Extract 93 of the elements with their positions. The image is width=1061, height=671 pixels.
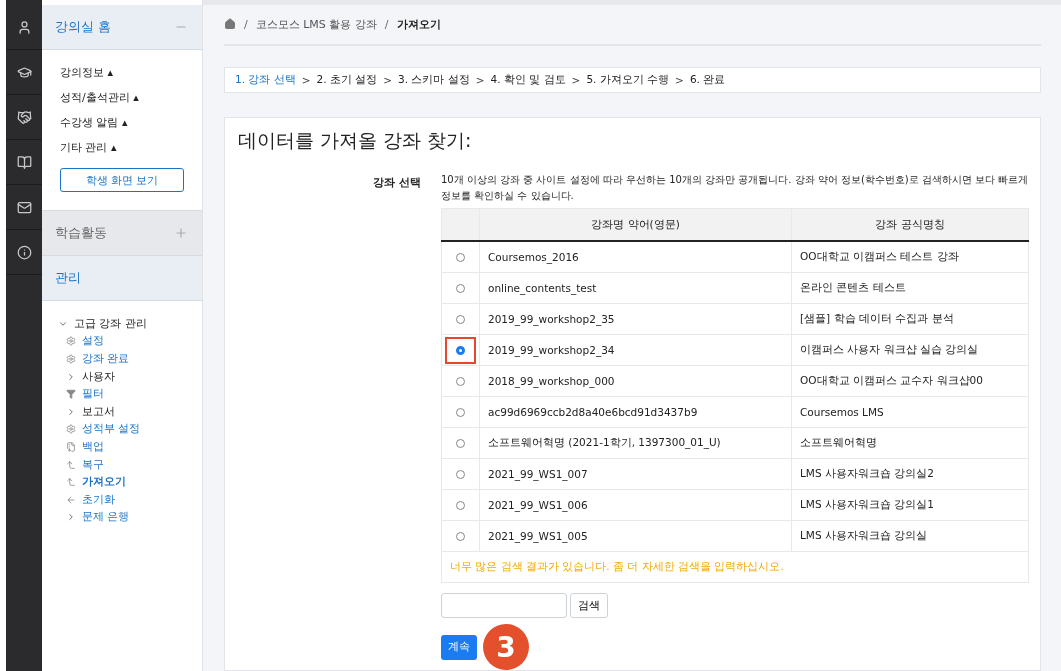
table-header: 강좌명 약어(영문) xyxy=(479,208,792,241)
handshake-icon[interactable] xyxy=(16,109,32,125)
filter-icon xyxy=(66,389,76,400)
step-separator: > xyxy=(571,73,581,86)
table-header: 강좌 공식명칭 xyxy=(791,208,1029,241)
menu-item[interactable]: 기타 관리 ▴ xyxy=(60,135,184,160)
step: 4. 확인 및 검토 xyxy=(490,72,566,87)
table-cell: ac99d6969ccb2d8a40e6bcd91d3437b9 xyxy=(479,396,792,428)
table-cell: Coursemos_2016 xyxy=(479,241,792,273)
table-cell: 2021_99_WS1_007 xyxy=(479,458,792,490)
breadcrumb-item: 가져오기 xyxy=(396,16,441,32)
gear-icon xyxy=(66,336,76,347)
user-icon[interactable] xyxy=(16,19,32,35)
table-cell: 2021_99_WS1_006 xyxy=(479,489,792,521)
breadcrumb-separator: / xyxy=(384,17,389,31)
section-header[interactable]: 강의실 홈 xyxy=(42,5,202,50)
menu-link[interactable]: 초기화 xyxy=(82,492,115,507)
table-cell: OO대학교 이캠퍼스 교수자 워크샵00 xyxy=(791,365,1029,397)
radio-button[interactable] xyxy=(456,531,465,541)
step-separator: > xyxy=(301,73,311,86)
step: 2. 초기 설정 xyxy=(316,72,378,87)
table-cell: [샘플] 학습 데이터 수집과 분석 xyxy=(791,303,1029,335)
menu-folder[interactable]: 고급 강좌 관리 xyxy=(74,316,147,331)
menu-link[interactable]: 가져오기 xyxy=(82,475,126,490)
breadcrumb-item[interactable]: 코스모스 LMS 활용 강좌 xyxy=(255,16,377,32)
menu-item[interactable]: 강의정보 ▴ xyxy=(60,60,184,85)
step-separator: > xyxy=(675,73,684,86)
step: 3. 스키마 설정 xyxy=(398,72,470,87)
section-header[interactable]: 학습활동 xyxy=(42,211,202,256)
table-cell: online_contents_test xyxy=(479,272,792,304)
continue-button[interactable]: 계속 xyxy=(441,634,477,660)
step: 1. 강좌 선택 xyxy=(235,72,296,87)
search-button[interactable]: 검색 xyxy=(570,593,608,618)
table-cell: 2019_99_workshop2_34 xyxy=(479,334,792,366)
table-cell: 2021_99_WS1_005 xyxy=(479,520,792,552)
field-label: 강좌 선택 xyxy=(372,175,422,190)
table-cell: LMS 사용자워크숍 강의실 xyxy=(791,520,1029,552)
table-cell: 2019_99_workshop2_35 xyxy=(479,303,792,335)
radio-button[interactable] xyxy=(456,407,465,417)
radio-button[interactable] xyxy=(456,469,465,479)
menu-folder[interactable]: 사용자 xyxy=(82,369,115,384)
gear-icon xyxy=(66,354,76,364)
menu-link[interactable]: 성적부 설정 xyxy=(82,422,141,437)
menu-link[interactable]: 백업 xyxy=(82,439,104,454)
radio-button[interactable] xyxy=(456,500,465,510)
chevron-right-icon[interactable] xyxy=(66,512,76,523)
arrow-up-icon xyxy=(66,477,76,488)
info-icon[interactable] xyxy=(16,244,32,260)
arrow-left-icon xyxy=(66,494,76,505)
table-cell: 이캠퍼스 사용자 워크샵 실습 강의실 xyxy=(791,334,1029,366)
radio-button[interactable] xyxy=(456,283,465,293)
radio-button[interactable] xyxy=(456,345,465,355)
step-separator: > xyxy=(383,73,393,86)
menu-link[interactable]: 강좌 완료 xyxy=(82,352,130,366)
section-header[interactable]: 관리 xyxy=(42,256,202,301)
table-cell: OO대학교 이캠퍼스 테스트 강좌 xyxy=(791,241,1029,273)
arrow-up-icon xyxy=(66,459,76,470)
graduation-cap-icon[interactable] xyxy=(16,64,32,80)
table-cell: 2018_99_workshop_000 xyxy=(479,365,792,397)
archive-icon xyxy=(66,441,76,452)
step: 5. 가져오기 수행 xyxy=(586,72,670,87)
table-cell: LMS 사용자워크숍 강의실2 xyxy=(791,458,1029,490)
table-cell: 소프트웨어혁명 (2021-1학기, 1397300_01_U) xyxy=(479,427,792,459)
step-number-badge: 3 xyxy=(483,624,529,670)
menu-link[interactable]: 설정 xyxy=(82,334,104,349)
student-view-button[interactable]: 학생 화면 보기 xyxy=(60,168,184,192)
table-cell: LMS 사용자워크숍 강의실1 xyxy=(791,489,1029,521)
menu-link[interactable]: 필터 xyxy=(82,387,104,402)
step: 6. 완료 xyxy=(689,72,726,87)
menu-item[interactable]: 수강생 알림 ▴ xyxy=(60,110,184,135)
radio-button[interactable] xyxy=(456,252,465,262)
gear-icon xyxy=(66,424,76,435)
chevron-right-icon[interactable] xyxy=(66,406,76,417)
table-cell: 소프트웨어혁명 xyxy=(791,427,1029,459)
step-separator: > xyxy=(475,73,485,86)
chevron-right-icon[interactable] xyxy=(66,371,76,382)
menu-folder[interactable]: 보고서 xyxy=(82,404,115,419)
search-field[interactable] xyxy=(441,593,567,618)
table-cell: Coursemos LMS xyxy=(791,396,1029,428)
radio-button[interactable] xyxy=(456,314,465,324)
mail-icon[interactable] xyxy=(16,199,32,215)
home-icon[interactable] xyxy=(224,18,236,31)
book-icon[interactable] xyxy=(16,154,32,170)
menu-item[interactable]: 성적/출석관리 ▴ xyxy=(60,85,184,110)
description: 10개 이상의 강좌 중 사이트 설정에 따라 우선하는 10개의 강좌만 공개됩니다. 강좌 약어 정보(학수번호)로 검색하시면 보다 빠르게 정보를 확인하실 수 있습니다. xyxy=(441,173,1029,203)
breadcrumb-separator: / xyxy=(244,17,248,31)
table-cell: 온라인 콘텐츠 테스트 xyxy=(791,272,1029,304)
warning-message: 너무 많은 검색 결과가 있습니다. 좀 더 자세한 검색을 입력하십시오. xyxy=(441,551,1029,583)
radio-button[interactable] xyxy=(456,438,465,448)
menu-link[interactable]: 문제 은행 xyxy=(82,510,130,525)
page-heading: 데이터를 가져올 강좌 찾기: xyxy=(238,128,473,153)
menu-link[interactable]: 복구 xyxy=(82,457,104,472)
radio-button[interactable] xyxy=(456,376,465,386)
